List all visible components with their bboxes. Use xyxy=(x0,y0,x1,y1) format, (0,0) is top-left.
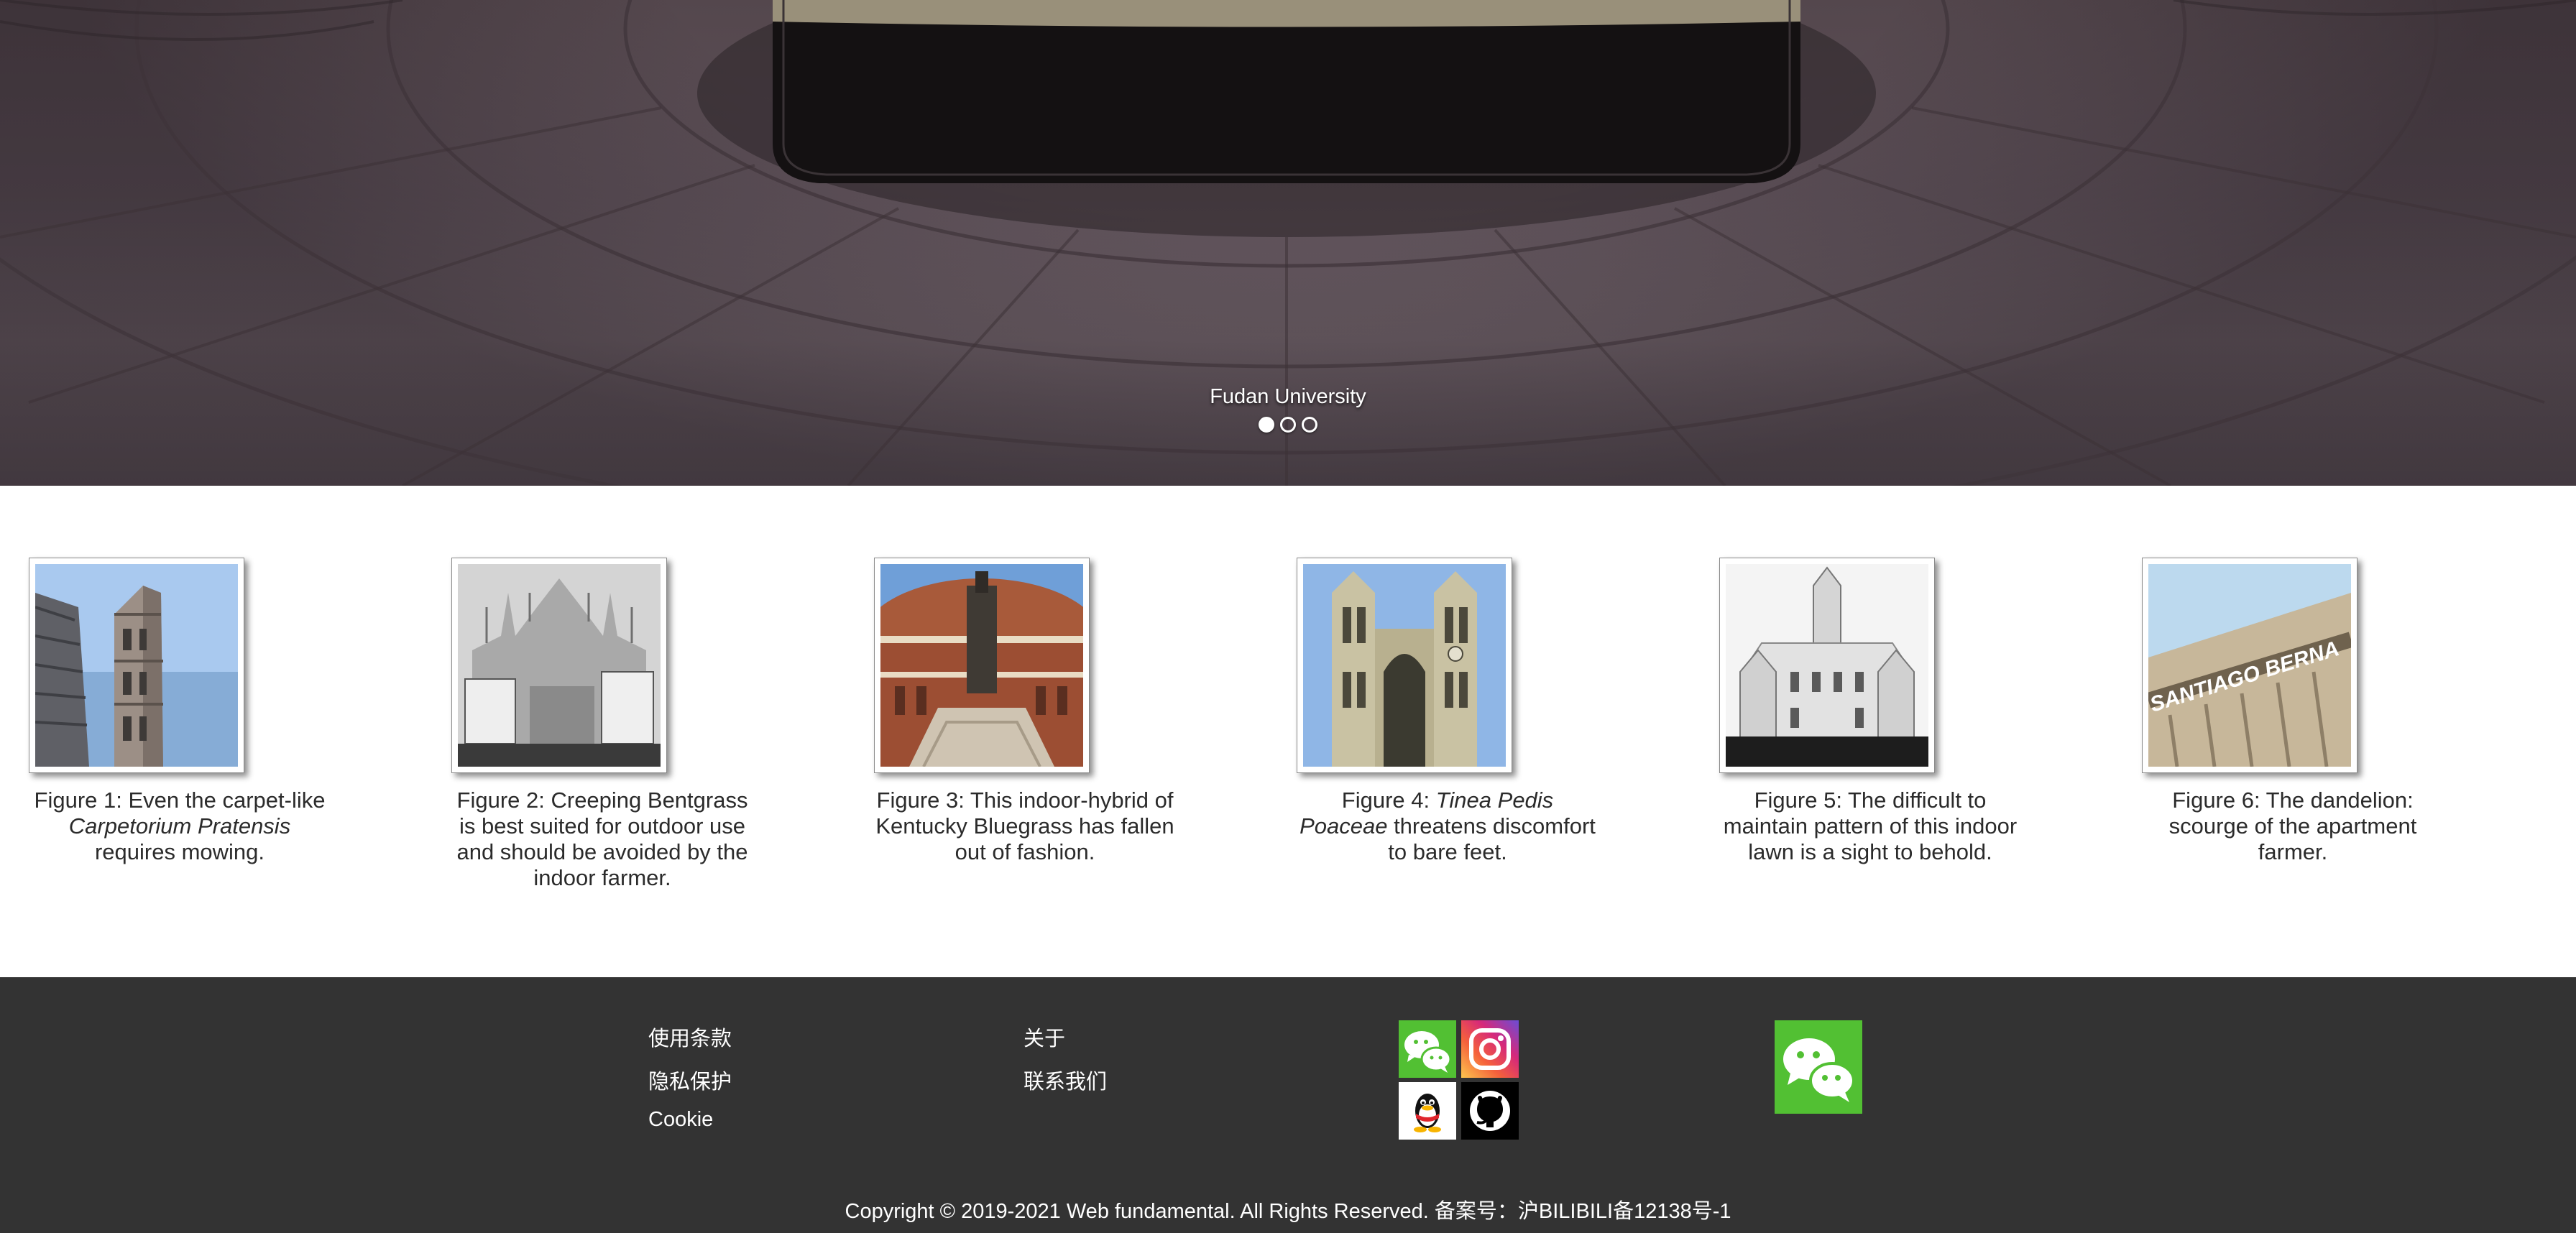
instagram-icon[interactable] xyxy=(1461,1020,1519,1078)
caption-text: Figure 3: This indoor-hybrid of Kentucky… xyxy=(875,788,1174,864)
caption-text: Figure 2: Creeping Bentgrass is best sui… xyxy=(456,788,748,890)
caption-text: Figure 1: Even the carpet-like xyxy=(34,788,326,813)
copyright-text: Copyright © 2019-2021 Web fundamental. A… xyxy=(845,1200,1731,1223)
figure-image-3 xyxy=(880,564,1083,767)
figure-caption-4: Figure 4: Tinea Pedis Poaceae threatens … xyxy=(1297,788,1598,865)
caption-text: Figure 6: The dandelion: scourge of the … xyxy=(2168,788,2417,864)
figure-caption-2: Figure 2: Creeping Bentgrass is best sui… xyxy=(451,788,753,891)
footer-link-contact[interactable]: 联系我们 xyxy=(1024,1065,1107,1095)
github-icon[interactable] xyxy=(1461,1082,1519,1140)
hero-carousel: Fudan University xyxy=(0,0,2576,486)
figure-thumbnail-4[interactable] xyxy=(1297,558,1512,773)
caption-text: Figure 5: The difficult to maintain patt… xyxy=(1723,788,2018,864)
figure-image-4 xyxy=(1303,564,1506,767)
figure-image-6: SANTIAGO BERNA xyxy=(2148,564,2351,767)
caption-text: requires mowing. xyxy=(94,839,265,864)
figure-thumbnail-3[interactable] xyxy=(874,558,1090,773)
figure-thumbnail-5[interactable] xyxy=(1719,558,1935,773)
figure-caption-6: Figure 6: The dandelion: scourge of the … xyxy=(2142,788,2444,865)
carousel-indicators xyxy=(0,417,2576,433)
carousel-dot-1[interactable] xyxy=(1259,417,1274,433)
wechat-icon[interactable] xyxy=(1399,1020,1456,1078)
caption-italic: Carpetorium Pratensis xyxy=(68,813,291,839)
caption-text: Figure 4: xyxy=(1341,788,1436,813)
carousel-dot-3[interactable] xyxy=(1302,417,1317,433)
figure-thumbnail-6[interactable]: SANTIAGO BERNA xyxy=(2142,558,2358,773)
carousel-caption: Fudan University xyxy=(1210,385,1366,408)
figure-gallery: Figure 1: Even the carpet-like Carpetori… xyxy=(0,486,2576,977)
figure-caption-1: Figure 1: Even the carpet-like Carpetori… xyxy=(29,788,331,865)
figure-image-5 xyxy=(1726,564,1928,767)
wechat-qr-icon[interactable] xyxy=(1775,1020,1862,1114)
figure-thumbnail-1[interactable] xyxy=(29,558,244,773)
figure-thumbnail-2[interactable] xyxy=(451,558,667,773)
caption-text: threatens discomfort to bare feet. xyxy=(1387,813,1596,864)
footer-link-terms[interactable]: 使用条款 xyxy=(648,1022,732,1052)
figure-image-2 xyxy=(458,564,661,767)
qq-icon[interactable] xyxy=(1399,1082,1456,1140)
carousel-image xyxy=(0,0,2576,486)
figure-caption-3: Figure 3: This indoor-hybrid of Kentucky… xyxy=(874,788,1176,865)
footer-link-about[interactable]: 关于 xyxy=(1024,1022,1065,1052)
footer-link-cookie[interactable]: Cookie xyxy=(648,1108,713,1132)
figure-caption-5: Figure 5: The difficult to maintain patt… xyxy=(1719,788,2021,865)
figure-image-1 xyxy=(35,564,238,767)
footer-link-privacy[interactable]: 隐私保护 xyxy=(648,1065,732,1095)
carousel-dot-2[interactable] xyxy=(1280,417,1296,433)
